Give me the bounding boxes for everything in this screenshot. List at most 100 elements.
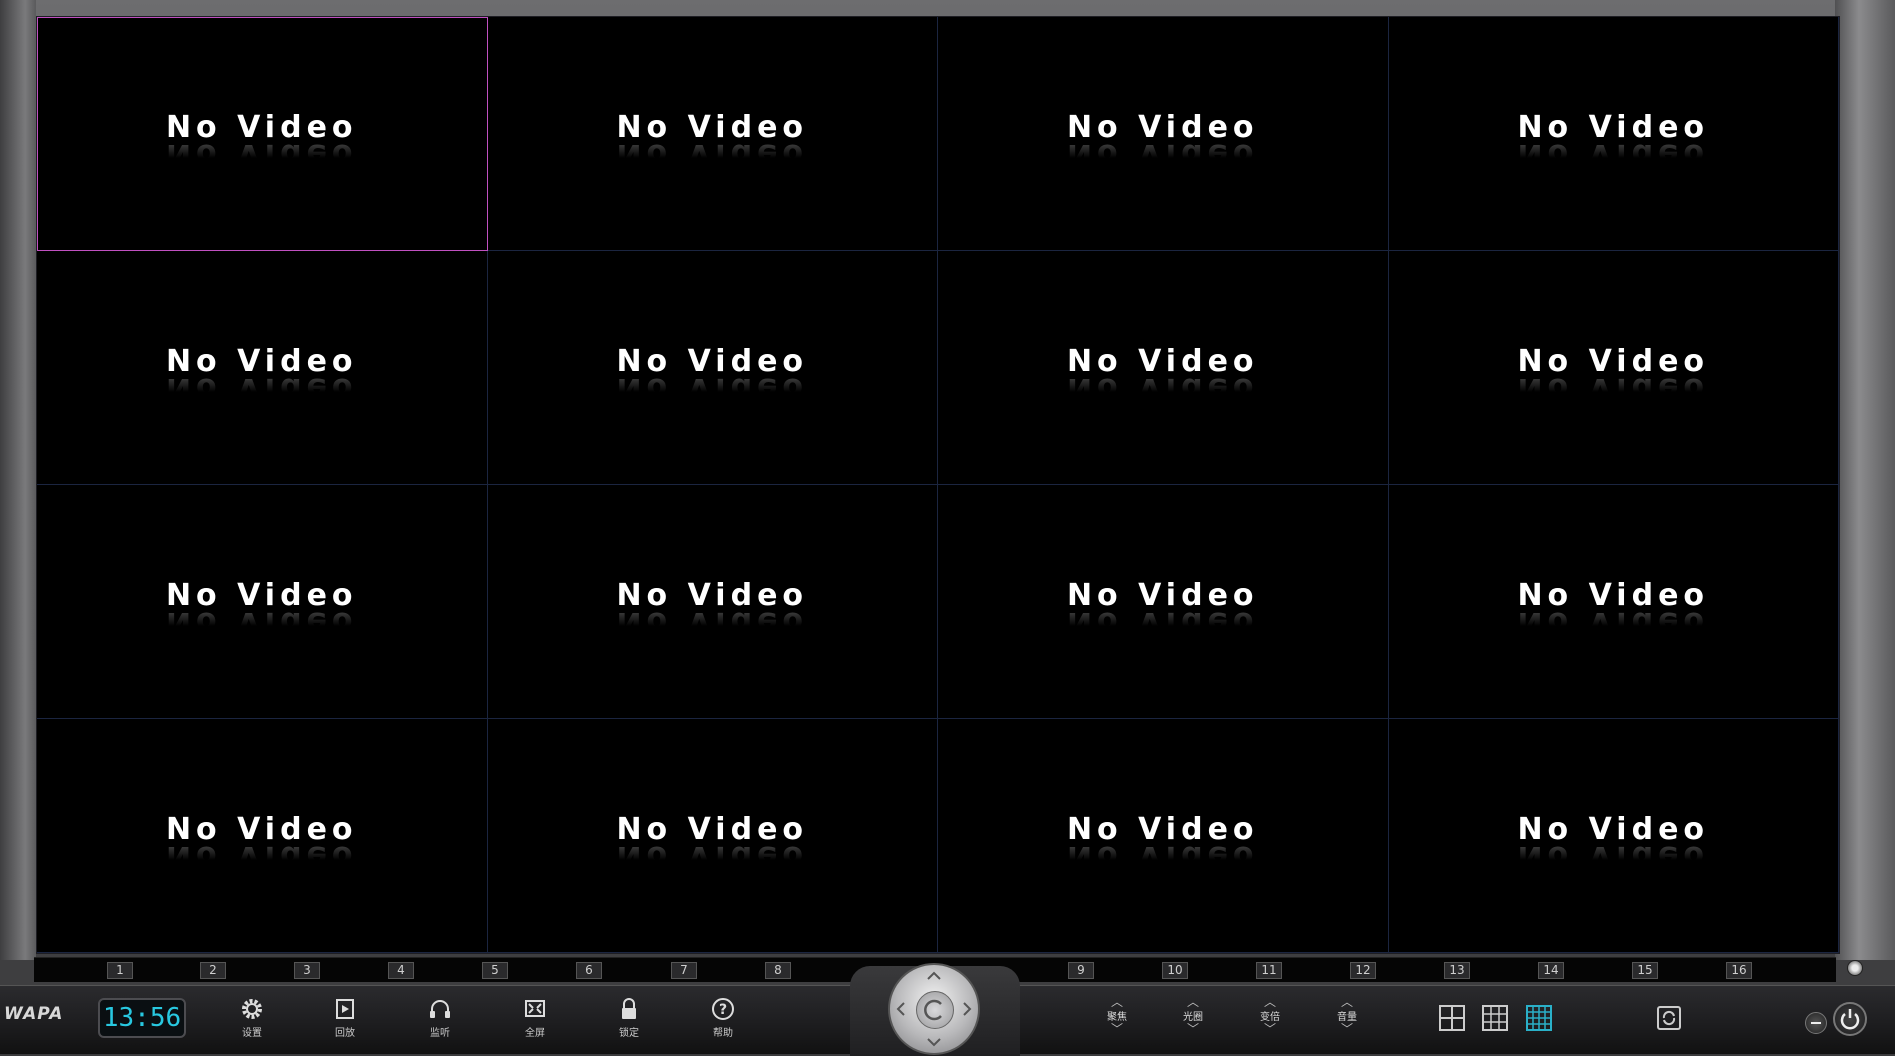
iris-label: 光圈: [1183, 1012, 1203, 1023]
video-cell-3[interactable]: No Video: [938, 17, 1389, 251]
video-cell-2[interactable]: No Video: [487, 17, 938, 251]
iris-up-icon[interactable]: ︿: [1173, 996, 1213, 1008]
video-cell-7[interactable]: No Video: [938, 251, 1389, 485]
power-button[interactable]: [1833, 1002, 1867, 1036]
volume-up-icon[interactable]: ︿: [1327, 996, 1367, 1008]
focus-label: 聚焦: [1107, 1012, 1127, 1023]
volume-label: 音量: [1337, 1012, 1357, 1023]
lock-label: 锁定: [619, 1028, 639, 1039]
channel-button-12[interactable]: 12: [1350, 962, 1376, 979]
bezel-left: [0, 0, 36, 960]
channel-button-11[interactable]: 11: [1256, 962, 1282, 979]
help-button[interactable]: ? 帮助: [693, 996, 753, 1046]
no-video-label: No Video: [165, 812, 358, 847]
video-grid: No Video No Video No Video No Video No Video…: [36, 16, 1840, 954]
listen-button[interactable]: 监听: [410, 996, 470, 1046]
brand-logo: WAPA: [4, 1004, 64, 1024]
control-bar: WAPA 13:56 设置 回放 监听 全屏 锁定 ? 帮助 ︿ 聚焦 ﹀ ︿ …: [0, 963, 1895, 1056]
minimize-button[interactable]: [1805, 1012, 1827, 1034]
no-video-label: No Video: [616, 344, 809, 379]
help-label: 帮助: [713, 1028, 733, 1039]
fullscreen-icon: [525, 1000, 545, 1017]
ptz-center-icon: [924, 999, 942, 1021]
no-video-label: No Video: [1066, 812, 1259, 847]
fullscreen-label: 全屏: [525, 1028, 545, 1039]
bezel-right: [1835, 0, 1895, 960]
video-cell-11[interactable]: No Video: [938, 485, 1389, 719]
ptz-center-button[interactable]: [916, 991, 954, 1029]
gear-icon: [242, 999, 262, 1019]
channel-button-5[interactable]: 5: [482, 962, 508, 979]
channel-button-15[interactable]: 15: [1632, 962, 1658, 979]
video-cell-14[interactable]: No Video: [487, 719, 938, 953]
no-video-label: No Video: [616, 110, 809, 145]
channel-button-6[interactable]: 6: [576, 962, 602, 979]
channel-button-7[interactable]: 7: [671, 962, 697, 979]
grid-2x2-icon[interactable]: [1438, 1004, 1466, 1032]
video-cell-1[interactable]: No Video: [37, 17, 488, 251]
playback-icon: [336, 999, 354, 1019]
no-video-label: No Video: [165, 344, 358, 379]
zoom-label: 变倍: [1260, 1012, 1280, 1023]
video-cell-6[interactable]: No Video: [487, 251, 938, 485]
focus-up-icon[interactable]: ︿: [1097, 996, 1137, 1008]
iris-down-icon[interactable]: ﹀: [1173, 1023, 1213, 1035]
listen-label: 监听: [430, 1028, 450, 1039]
no-video-label: No Video: [165, 578, 358, 613]
power-icon: [1840, 1009, 1860, 1030]
minus-icon: [1811, 1022, 1821, 1024]
channel-button-8[interactable]: 8: [765, 962, 791, 979]
fullscreen-button[interactable]: 全屏: [505, 996, 565, 1046]
video-cell-9[interactable]: No Video: [37, 485, 488, 719]
no-video-label: No Video: [1066, 110, 1259, 145]
clock-display: 13:56: [98, 998, 186, 1038]
settings-label: 设置: [242, 1028, 262, 1039]
zoom-up-icon[interactable]: ︿: [1250, 996, 1290, 1008]
video-cell-8[interactable]: No Video: [1388, 251, 1839, 485]
no-video-label: No Video: [616, 578, 809, 613]
channel-button-13[interactable]: 13: [1444, 962, 1470, 979]
video-cell-4[interactable]: No Video: [1388, 17, 1839, 251]
no-video-label: No Video: [1517, 344, 1710, 379]
channel-button-9[interactable]: 9: [1068, 962, 1094, 979]
lock-button[interactable]: 锁定: [599, 996, 659, 1046]
channel-button-10[interactable]: 10: [1162, 962, 1188, 979]
settings-button[interactable]: 设置: [222, 996, 282, 1046]
channel-button-1[interactable]: 1: [107, 962, 133, 979]
channel-button-2[interactable]: 2: [200, 962, 226, 979]
channel-button-16[interactable]: 16: [1726, 962, 1752, 979]
zoom-adjust[interactable]: ︿ 变倍 ﹀: [1250, 996, 1290, 1046]
video-cell-16[interactable]: No Video: [1388, 719, 1839, 953]
help-icon: ?: [712, 998, 734, 1020]
focus-adjust[interactable]: ︿ 聚焦 ﹀: [1097, 996, 1137, 1046]
channel-button-4[interactable]: 4: [388, 962, 414, 979]
video-cell-12[interactable]: No Video: [1388, 485, 1839, 719]
channel-button-3[interactable]: 3: [294, 962, 320, 979]
playback-label: 回放: [335, 1028, 355, 1039]
channel-button-14[interactable]: 14: [1538, 962, 1564, 979]
headphones-icon: [430, 1000, 450, 1018]
svg-text:?: ?: [719, 1002, 727, 1018]
volume-down-icon[interactable]: ﹀: [1327, 1023, 1367, 1035]
volume-adjust[interactable]: ︿ 音量 ﹀: [1327, 996, 1367, 1046]
cycle-icon[interactable]: [1655, 1004, 1683, 1032]
no-video-label: No Video: [1066, 578, 1259, 613]
status-indicator: [1847, 960, 1863, 976]
zoom-down-icon[interactable]: ﹀: [1250, 1023, 1290, 1035]
grid-3x3-icon[interactable]: [1481, 1004, 1509, 1032]
no-video-label: No Video: [616, 812, 809, 847]
iris-adjust[interactable]: ︿ 光圈 ﹀: [1173, 996, 1213, 1046]
no-video-label: No Video: [1066, 344, 1259, 379]
video-cell-15[interactable]: No Video: [938, 719, 1389, 953]
no-video-label: No Video: [1517, 578, 1710, 613]
video-cell-13[interactable]: No Video: [37, 719, 488, 953]
no-video-label: No Video: [1517, 110, 1710, 145]
ptz-control-wheel[interactable]: [888, 963, 980, 1055]
focus-down-icon[interactable]: ﹀: [1097, 1023, 1137, 1035]
lock-icon: [622, 998, 636, 1019]
no-video-label: No Video: [1517, 812, 1710, 847]
video-cell-10[interactable]: No Video: [487, 485, 938, 719]
grid-4x4-icon[interactable]: [1525, 1004, 1553, 1032]
playback-button[interactable]: 回放: [315, 996, 375, 1046]
video-cell-5[interactable]: No Video: [37, 251, 488, 485]
